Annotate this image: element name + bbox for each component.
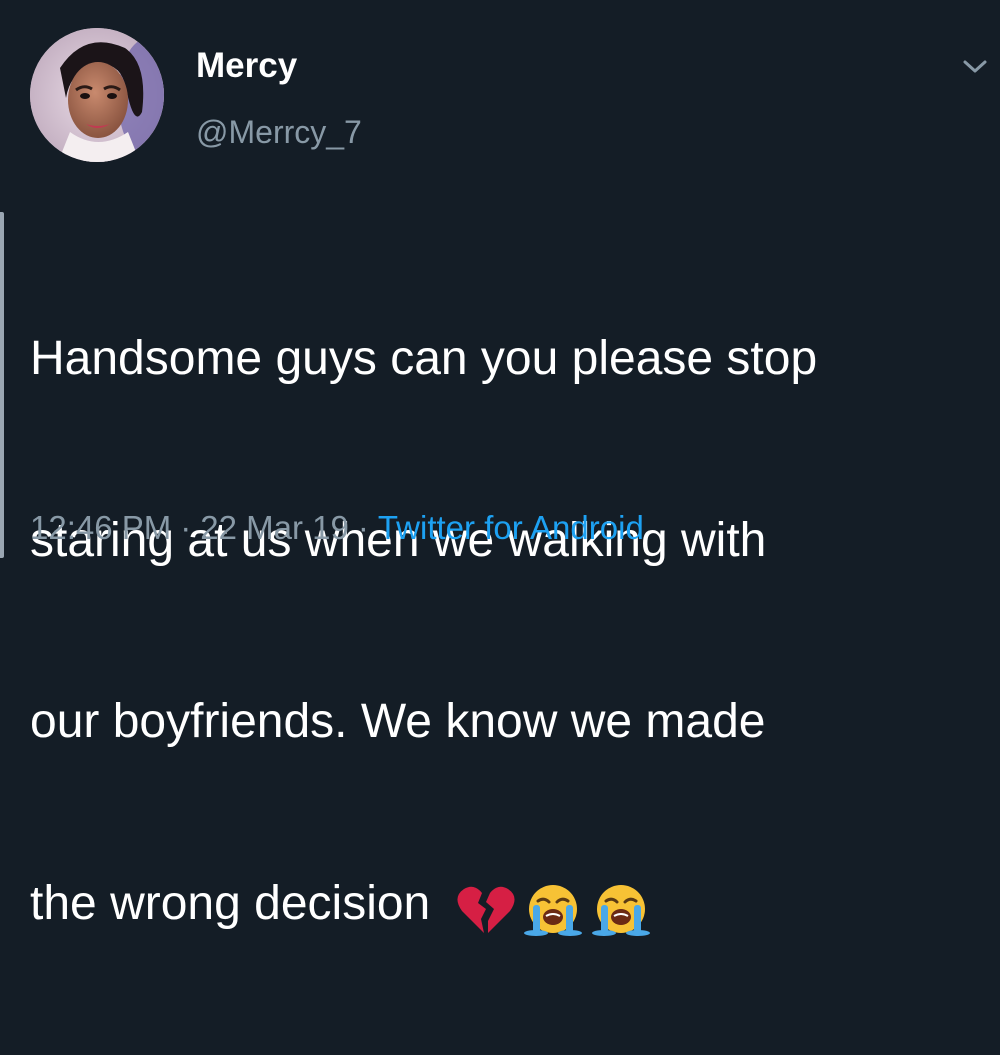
thread-edge (0, 212, 4, 558)
tweet-text-line: the wrong decision (30, 876, 444, 930)
tweet-source-link[interactable]: Twitter for Android (378, 509, 644, 546)
tweet-card: Mercy @Merrcy_7 Handsome guys can you pl… (0, 0, 1000, 936)
emoji-group (454, 883, 658, 944)
meta-separator: · (180, 509, 192, 546)
tweet-text-line: Handsome guys can you please stop (30, 332, 818, 385)
tweet-text-line: our boyfriends. We know we made (30, 695, 766, 748)
chevron-down-icon[interactable] (962, 56, 988, 78)
tweet-text: Handsome guys can you please stop starin… (30, 208, 980, 1055)
loudly-crying-face-icon (522, 883, 584, 937)
tweet-date[interactable]: 22 Mar 19 (200, 509, 349, 546)
meta-separator: · (357, 509, 369, 546)
tweet-meta: 12:46 PM · 22 Mar 19 · Twitter for Android (30, 506, 644, 550)
tweet-time[interactable]: 12:46 PM (30, 509, 171, 546)
avatar-image (30, 28, 164, 162)
avatar[interactable] (30, 28, 164, 162)
display-name[interactable]: Mercy (196, 44, 297, 88)
broken-heart-icon (454, 883, 516, 937)
tweet-text-line-last: the wrong decision (30, 874, 980, 936)
loudly-crying-face-icon (590, 883, 652, 937)
user-handle[interactable]: @Merrcy_7 (196, 112, 362, 152)
